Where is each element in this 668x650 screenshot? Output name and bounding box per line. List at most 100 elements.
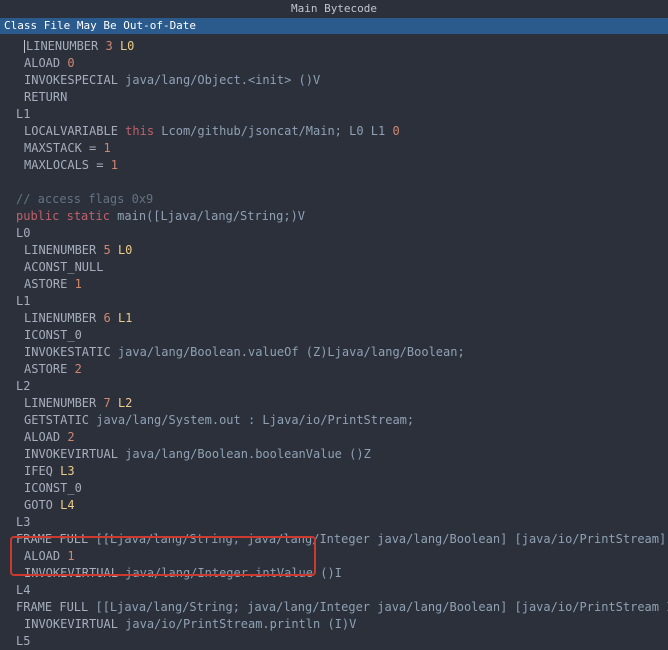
code-token: LINENUMBER <box>24 396 103 410</box>
code-line: ASTORE 2 <box>4 361 664 378</box>
code-token: ICONST_0 <box>24 481 82 495</box>
code-token: LOCALVARIABLE <box>24 124 125 138</box>
code-token: L5 <box>16 634 30 648</box>
code-line: LOCALVARIABLE this Lcom/github/jsoncat/M… <box>4 123 664 140</box>
code-token: java/lang/Integer.intValue ()I <box>125 566 342 580</box>
code-line: IFEQ L3 <box>4 463 664 480</box>
code-line: MAXSTACK = 1 <box>4 140 664 157</box>
code-line: GETSTATIC java/lang/System.out : Ljava/i… <box>4 412 664 429</box>
code-token: java/lang/System.out : Ljava/io/PrintStr… <box>96 413 414 427</box>
code-token: INVOKEVIRTUAL <box>24 447 125 461</box>
code-token: 2 <box>75 362 82 376</box>
code-line: INVOKEVIRTUAL java/lang/Integer.intValue… <box>4 565 664 582</box>
code-token: INVOKEVIRTUAL <box>24 617 125 631</box>
code-token: [[Ljava/lang/String; java/lang/Integer j… <box>95 600 668 614</box>
code-token: java/lang/Boolean.booleanValue ()Z <box>125 447 371 461</box>
code-token <box>111 243 118 257</box>
code-token: static <box>67 209 110 223</box>
code-token: L3 <box>60 464 74 478</box>
code-token: LINENUMBER <box>24 243 103 257</box>
code-token: ASTORE <box>24 362 75 376</box>
code-token: this <box>125 124 154 138</box>
code-token: main([Ljava/lang/String;)V <box>110 209 305 223</box>
code-token <box>113 39 120 53</box>
code-token: 1 <box>111 158 118 172</box>
code-token: GOTO <box>24 498 60 512</box>
code-token: L1 <box>16 107 30 121</box>
code-token: L4 <box>16 583 30 597</box>
code-token: L0 <box>118 243 132 257</box>
code-line: LINENUMBER 7 L2 <box>4 395 664 412</box>
code-token: L0 <box>120 39 134 53</box>
code-token: LINENUMBER <box>26 39 105 53</box>
code-token: IFEQ <box>24 464 60 478</box>
code-token <box>4 175 11 189</box>
code-token: INVOKEVIRTUAL <box>24 566 125 580</box>
code-token: java/lang/Boolean.valueOf (Z)Ljava/lang/… <box>118 345 465 359</box>
code-token: L1 <box>16 294 30 308</box>
code-token: ASTORE <box>24 277 75 291</box>
code-token: MAXSTACK = <box>24 141 103 155</box>
code-token: 5 <box>103 243 110 257</box>
code-token: 6 <box>103 311 110 325</box>
code-token: // access flags 0x9 <box>16 192 153 206</box>
code-token: [[Ljava/lang/String; java/lang/Integer j… <box>95 532 666 546</box>
code-token: ALOAD <box>24 549 67 563</box>
code-line: L1 <box>4 293 664 310</box>
code-line: GOTO L4 <box>4 497 664 514</box>
code-token: LINENUMBER <box>24 311 103 325</box>
code-line: ICONST_0 <box>4 480 664 497</box>
code-line: ALOAD 2 <box>4 429 664 446</box>
code-token: Lcom/github/jsoncat/Main; L0 L1 <box>154 124 392 138</box>
code-line: ACONST_NULL <box>4 259 664 276</box>
code-line: INVOKEVIRTUAL java/lang/Boolean.booleanV… <box>4 446 664 463</box>
code-line: INVOKESTATIC java/lang/Boolean.valueOf (… <box>4 344 664 361</box>
code-line: public static main([Ljava/lang/String;)V <box>4 208 664 225</box>
code-token: L0 <box>16 226 30 240</box>
code-line: L5 <box>4 633 664 650</box>
code-token: 1 <box>103 141 110 155</box>
code-token: java/lang/Object.<init> ()V <box>125 73 320 87</box>
code-token: GETSTATIC <box>24 413 96 427</box>
code-token: 0 <box>392 124 399 138</box>
code-line: L1 <box>4 106 664 123</box>
code-token: L3 <box>16 515 30 529</box>
code-line: LINENUMBER 3 L0 <box>4 38 664 55</box>
code-line: ALOAD 0 <box>4 55 664 72</box>
code-token: L2 <box>118 396 132 410</box>
code-line: MAXLOCALS = 1 <box>4 157 664 174</box>
code-token: 3 <box>105 39 112 53</box>
code-line: L2 <box>4 378 664 395</box>
code-line: LINENUMBER 6 L1 <box>4 310 664 327</box>
code-token: 2 <box>67 430 74 444</box>
code-line: ASTORE 1 <box>4 276 664 293</box>
code-token: 0 <box>67 56 74 70</box>
code-token: INVOKESPECIAL <box>24 73 125 87</box>
code-line: INVOKESPECIAL java/lang/Object.<init> ()… <box>4 72 664 89</box>
code-line: FRAME FULL [[Ljava/lang/String; java/lan… <box>4 531 664 548</box>
code-token: L1 <box>118 311 132 325</box>
code-token: ALOAD <box>24 430 67 444</box>
code-line: LINENUMBER 5 L0 <box>4 242 664 259</box>
code-line: RETURN <box>4 89 664 106</box>
code-token: FRAME FULL <box>16 532 95 546</box>
code-token: MAXLOCALS = <box>24 158 111 172</box>
code-token: RETURN <box>24 90 67 104</box>
code-line: ICONST_0 <box>4 327 664 344</box>
window-title: Main Bytecode <box>0 0 668 18</box>
code-line: L3 <box>4 514 664 531</box>
code-token: INVOKESTATIC <box>24 345 118 359</box>
code-token: L4 <box>60 498 74 512</box>
code-token: ICONST_0 <box>24 328 82 342</box>
code-token: L2 <box>16 379 30 393</box>
text-cursor <box>24 40 25 53</box>
code-token: FRAME FULL <box>16 600 95 614</box>
code-token: 7 <box>103 396 110 410</box>
outdated-class-file-banner[interactable]: Class File May Be Out-of-Date <box>0 18 668 34</box>
code-token: 1 <box>75 277 82 291</box>
code-line: L4 <box>4 582 664 599</box>
code-line: INVOKEVIRTUAL java/io/PrintStream.printl… <box>4 616 664 633</box>
code-token <box>111 396 118 410</box>
bytecode-viewer[interactable]: LINENUMBER 3 L0ALOAD 0INVOKESPECIAL java… <box>0 34 668 650</box>
code-token <box>111 311 118 325</box>
